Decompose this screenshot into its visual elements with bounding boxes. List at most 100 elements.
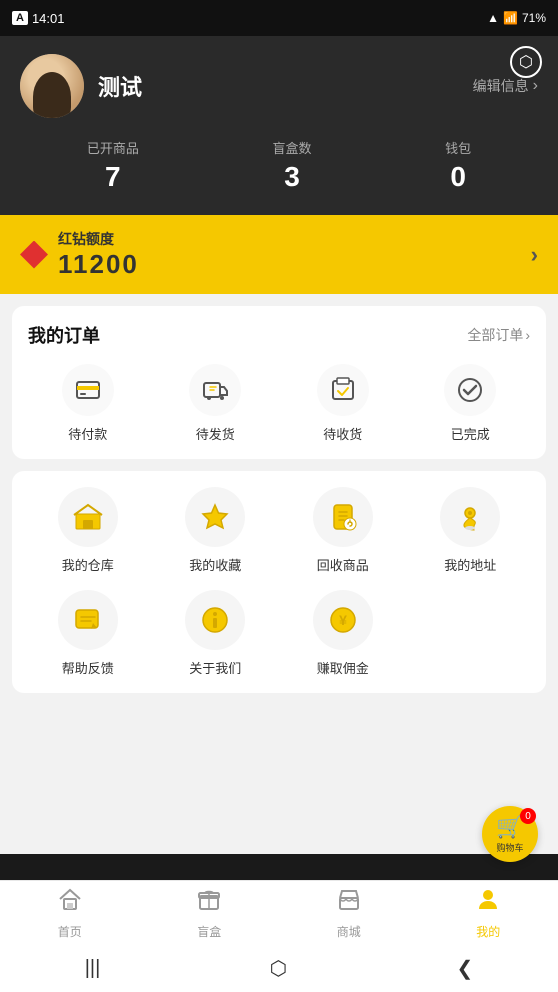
address-icon-wrap <box>440 487 500 547</box>
features-section: 我的仓库 我的收藏 <box>12 471 546 693</box>
status-bar: A 14:01 ▲ 📶 71% <box>0 0 558 36</box>
order-item-pending-payment[interactable]: 待付款 <box>28 364 148 443</box>
stat-blind-box: 盲盒数 3 <box>272 138 311 193</box>
commission-label: 赚取佣金 <box>317 658 369 677</box>
pending-payment-icon <box>62 364 114 416</box>
blindbox-nav-label: 盲盒 <box>197 923 221 940</box>
feature-feedback[interactable]: 帮助反馈 <box>28 590 148 677</box>
stat-blind-box-value: 3 <box>272 161 311 193</box>
feature-warehouse[interactable]: 我的仓库 <box>28 487 148 574</box>
orders-section: 我的订单 全部订单 › 待付款 <box>12 306 546 459</box>
completed-icon <box>444 364 496 416</box>
banner-text: 红钻额度 11200 <box>58 229 139 280</box>
feature-grid: 我的仓库 我的收藏 <box>28 487 530 677</box>
signal-icon: 📶 <box>503 11 518 25</box>
address-label: 我的地址 <box>444 555 496 574</box>
profile-header: ⬡ 测试 编辑信息 › 已开商品 7 <box>0 36 558 215</box>
wifi-icon: ▲ <box>487 11 499 25</box>
battery-display: 71% <box>522 11 546 25</box>
order-item-pending-receive[interactable]: 待收货 <box>283 364 403 443</box>
system-nav: ||| ⬡ ❮ <box>0 944 558 992</box>
nav-blindbox[interactable]: 盲盒 <box>140 886 280 940</box>
edit-info-button[interactable]: 编辑信息 › <box>473 76 538 96</box>
home-nav-label: 首页 <box>58 923 82 940</box>
nav-shop[interactable]: 商城 <box>279 886 419 940</box>
favorites-icon-wrap <box>185 487 245 547</box>
stat-wallet-value: 0 <box>445 161 471 193</box>
orders-title: 我的订单 <box>28 322 100 348</box>
feature-address[interactable]: 我的地址 <box>411 487 531 574</box>
orders-header: 我的订单 全部订单 › <box>28 322 530 348</box>
about-icon-wrap <box>185 590 245 650</box>
stat-wallet: 钱包 0 <box>445 138 471 193</box>
avatar-image <box>20 54 84 118</box>
username-label: 测试 <box>98 70 142 102</box>
stats-row: 已开商品 7 盲盒数 3 钱包 0 <box>20 138 538 193</box>
edit-info-label: 编辑信息 <box>473 76 529 96</box>
feature-empty <box>411 590 531 677</box>
main-content: 我的订单 全部订单 › 待付款 <box>0 294 558 854</box>
chevron-right-icon: › <box>533 77 538 95</box>
settings-button[interactable]: ⬡ <box>510 46 542 78</box>
feature-favorites[interactable]: 我的收藏 <box>156 487 276 574</box>
feature-recycle[interactable]: 回收商品 <box>283 487 403 574</box>
pending-ship-label: 待发货 <box>196 424 235 443</box>
pending-ship-icon <box>189 364 241 416</box>
warehouse-icon-wrap <box>58 487 118 547</box>
back-button[interactable]: ❮ <box>437 948 494 989</box>
stat-opened-goods-label: 已开商品 <box>87 138 139 157</box>
avatar <box>20 54 84 118</box>
about-label: 关于我们 <box>189 658 241 677</box>
all-orders-link[interactable]: 全部订单 › <box>467 325 530 345</box>
mine-nav-label: 我的 <box>476 923 500 940</box>
red-diamond-banner[interactable]: 红钻额度 11200 › <box>0 215 558 294</box>
diamond-icon <box>20 241 48 269</box>
stat-blind-box-label: 盲盒数 <box>272 138 311 157</box>
stat-opened-goods: 已开商品 7 <box>87 138 139 193</box>
recycle-label: 回收商品 <box>317 555 369 574</box>
blindbox-nav-icon <box>196 886 222 919</box>
bottom-nav: 首页 盲盒 商城 <box>0 880 558 944</box>
pending-payment-label: 待付款 <box>68 424 107 443</box>
completed-label: 已完成 <box>451 424 490 443</box>
feedback-icon-wrap <box>58 590 118 650</box>
shop-nav-label: 商城 <box>337 923 361 940</box>
home-nav-icon <box>57 886 83 919</box>
feedback-label: 帮助反馈 <box>62 658 114 677</box>
app-indicator: A <box>12 11 28 25</box>
svg-text:¥: ¥ <box>339 612 347 628</box>
all-orders-label: 全部订单 <box>467 325 523 345</box>
banner-title: 红钻额度 <box>58 229 139 249</box>
floating-cart-button[interactable]: 0 🛒 购物车 <box>482 806 538 862</box>
home-button[interactable]: ⬡ <box>250 948 307 989</box>
stat-wallet-label: 钱包 <box>445 138 471 157</box>
order-item-completed[interactable]: 已完成 <box>411 364 531 443</box>
order-grid: 待付款 待发货 <box>28 364 530 443</box>
status-left: A 14:01 <box>12 11 65 26</box>
feature-commission[interactable]: ¥ 赚取佣金 <box>283 590 403 677</box>
nav-home[interactable]: 首页 <box>0 886 140 940</box>
warehouse-label: 我的仓库 <box>62 555 114 574</box>
shop-nav-icon <box>336 886 362 919</box>
banner-chevron-icon: › <box>531 242 538 268</box>
profile-top: 测试 编辑信息 › <box>20 54 538 118</box>
nav-mine[interactable]: 我的 <box>419 886 558 940</box>
profile-left: 测试 <box>20 54 142 118</box>
recent-apps-button[interactable]: ||| <box>65 949 121 988</box>
feature-about[interactable]: 关于我们 <box>156 590 276 677</box>
settings-icon: ⬡ <box>510 46 542 78</box>
commission-icon-wrap: ¥ <box>313 590 373 650</box>
stat-opened-goods-value: 7 <box>87 161 139 193</box>
cart-label: 购物车 <box>496 841 523 854</box>
pending-receive-icon <box>317 364 369 416</box>
avatar-body <box>33 72 71 118</box>
cart-badge: 0 <box>520 808 536 824</box>
status-right: ▲ 📶 71% <box>487 11 546 25</box>
time-display: 14:01 <box>32 11 65 26</box>
favorites-label: 我的收藏 <box>189 555 241 574</box>
mine-nav-icon <box>475 886 501 919</box>
banner-value: 11200 <box>58 249 139 280</box>
all-orders-chevron-icon: › <box>525 327 530 343</box>
pending-receive-label: 待收货 <box>323 424 362 443</box>
order-item-pending-ship[interactable]: 待发货 <box>156 364 276 443</box>
